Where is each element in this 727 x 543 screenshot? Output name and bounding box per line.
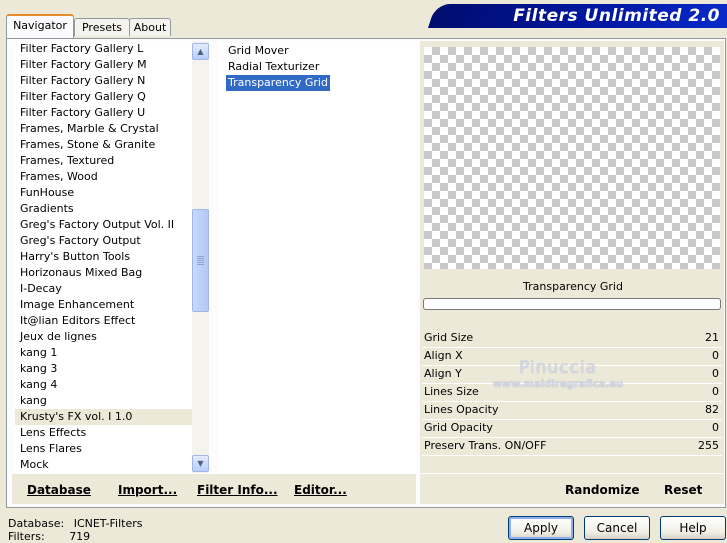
progress-bar <box>423 298 721 310</box>
category-item[interactable]: Filter Factory Gallery L <box>15 41 192 57</box>
param-slider[interactable]: Align X 0 <box>422 348 722 366</box>
filter-info-button[interactable]: Filter Info... <box>197 483 278 497</box>
param-slider[interactable]: Grid Size 21 <box>422 330 722 348</box>
status-database: Database: ICNET-Filters <box>8 517 142 530</box>
param-slider[interactable]: Align Y 0 <box>422 366 722 384</box>
param-slider[interactable]: Lines Opacity 82 <box>422 402 722 420</box>
param-label: Align X <box>424 349 463 362</box>
category-item[interactable]: Lens Flares <box>15 441 192 457</box>
param-label: Lines Opacity <box>424 403 499 416</box>
param-value: 0 <box>712 349 719 362</box>
category-item[interactable]: I-Decay <box>15 281 192 297</box>
randomize-button[interactable]: Randomize <box>565 483 639 497</box>
apply-button[interactable]: Apply <box>508 516 574 540</box>
status-filters-label: Filters: <box>8 530 45 543</box>
param-value: 0 <box>712 367 719 380</box>
filter-list: Grid Mover Radial Texturizer Transparency … <box>218 41 416 473</box>
category-item[interactable]: Filter Factory Gallery N <box>15 73 192 89</box>
cancel-button[interactable]: Cancel <box>584 516 650 540</box>
param-slider[interactable]: Grid Opacity 0 <box>422 420 722 438</box>
status-filters: Filters: 719 <box>8 530 90 543</box>
param-divider <box>422 455 722 456</box>
category-item[interactable]: Horizonaus Mixed Bag <box>15 265 192 281</box>
category-item[interactable]: Image Enhancement <box>15 297 192 313</box>
filter-item[interactable]: Transparency Grid <box>226 75 330 91</box>
status-filters-value: 719 <box>69 530 91 543</box>
category-list: Filter Factory Gallery L Filter Factory G… <box>15 41 192 473</box>
grip-icon <box>197 256 204 265</box>
app-title: Filters Unlimited 2.0 <box>513 6 720 26</box>
preview-image <box>424 47 720 269</box>
category-item[interactable]: kang 3 <box>15 361 192 377</box>
category-item[interactable]: Harry's Button Tools <box>15 249 192 265</box>
preview-filter-name: Transparency Grid <box>523 280 623 293</box>
tab-navigator[interactable]: Navigator <box>6 14 74 38</box>
tab-about[interactable]: About <box>129 18 171 36</box>
param-label: Grid Size <box>424 331 474 344</box>
scroll-down-button[interactable]: ▼ <box>192 455 209 472</box>
category-item[interactable]: kang 1 <box>15 345 192 361</box>
category-item[interactable]: kang <box>15 393 192 409</box>
filter-item[interactable]: Grid Mover <box>226 43 291 59</box>
import-button[interactable]: Import... <box>118 483 177 497</box>
param-value: 0 <box>712 421 719 434</box>
filter-item[interactable]: Radial Texturizer <box>226 59 321 75</box>
bottom-toolbar-right: Randomize Reset <box>420 474 724 504</box>
scroll-thumb[interactable] <box>192 209 209 312</box>
category-item[interactable]: Greg's Factory Output Vol. II <box>15 217 192 233</box>
category-item[interactable]: Filter Factory Gallery Q <box>15 89 192 105</box>
category-item[interactable]: Frames, Textured <box>15 153 192 169</box>
help-button[interactable]: Help <box>660 516 726 540</box>
param-label: Align Y <box>424 367 462 380</box>
database-button[interactable]: Database <box>27 483 91 497</box>
param-value: 255 <box>698 439 719 452</box>
category-item[interactable]: Frames, Wood <box>15 169 192 185</box>
tab-presets[interactable]: Presets <box>74 18 130 36</box>
category-item[interactable]: kang 4 <box>15 377 192 393</box>
category-item[interactable]: Lens Effects <box>15 425 192 441</box>
chevron-up-icon: ▲ <box>197 47 204 56</box>
category-item[interactable]: Filter Factory Gallery M <box>15 57 192 73</box>
bottom-toolbar-left: Database Import... Filter Info... Editor… <box>12 474 416 504</box>
category-item[interactable]: Gradients <box>15 201 192 217</box>
param-value: 0 <box>712 385 719 398</box>
param-slider[interactable]: Lines Size 0 <box>422 384 722 402</box>
editor-button[interactable]: Editor... <box>294 483 347 497</box>
param-slider[interactable]: Preserv Trans. ON/OFF 255 <box>422 438 722 456</box>
category-item[interactable]: Mock <box>15 457 192 473</box>
reset-button[interactable]: Reset <box>664 483 702 497</box>
scroll-up-button[interactable]: ▲ <box>192 43 209 60</box>
category-item[interactable]: Greg's Factory Output <box>15 233 192 249</box>
category-item[interactable]: Filter Factory Gallery U <box>15 105 192 121</box>
status-database-label: Database: <box>8 517 65 530</box>
param-label: Preserv Trans. ON/OFF <box>424 439 547 452</box>
param-label: Lines Size <box>424 385 479 398</box>
chevron-down-icon: ▼ <box>197 459 204 468</box>
param-label: Grid Opacity <box>424 421 493 434</box>
category-scrollbar[interactable]: ▲ ▼ <box>192 41 209 473</box>
category-item[interactable]: FunHouse <box>15 185 192 201</box>
param-value: 82 <box>705 403 719 416</box>
category-item[interactable]: Frames, Marble & Crystal <box>15 121 192 137</box>
category-item[interactable]: It@lian Editors Effect <box>15 313 192 329</box>
category-item[interactable]: Krusty's FX vol. I 1.0 <box>15 409 192 425</box>
status-database-value: ICNET-Filters <box>73 517 143 530</box>
param-value: 21 <box>705 331 719 344</box>
category-item[interactable]: Jeux de lignes <box>15 329 192 345</box>
category-item[interactable]: Frames, Stone & Granite <box>15 137 192 153</box>
